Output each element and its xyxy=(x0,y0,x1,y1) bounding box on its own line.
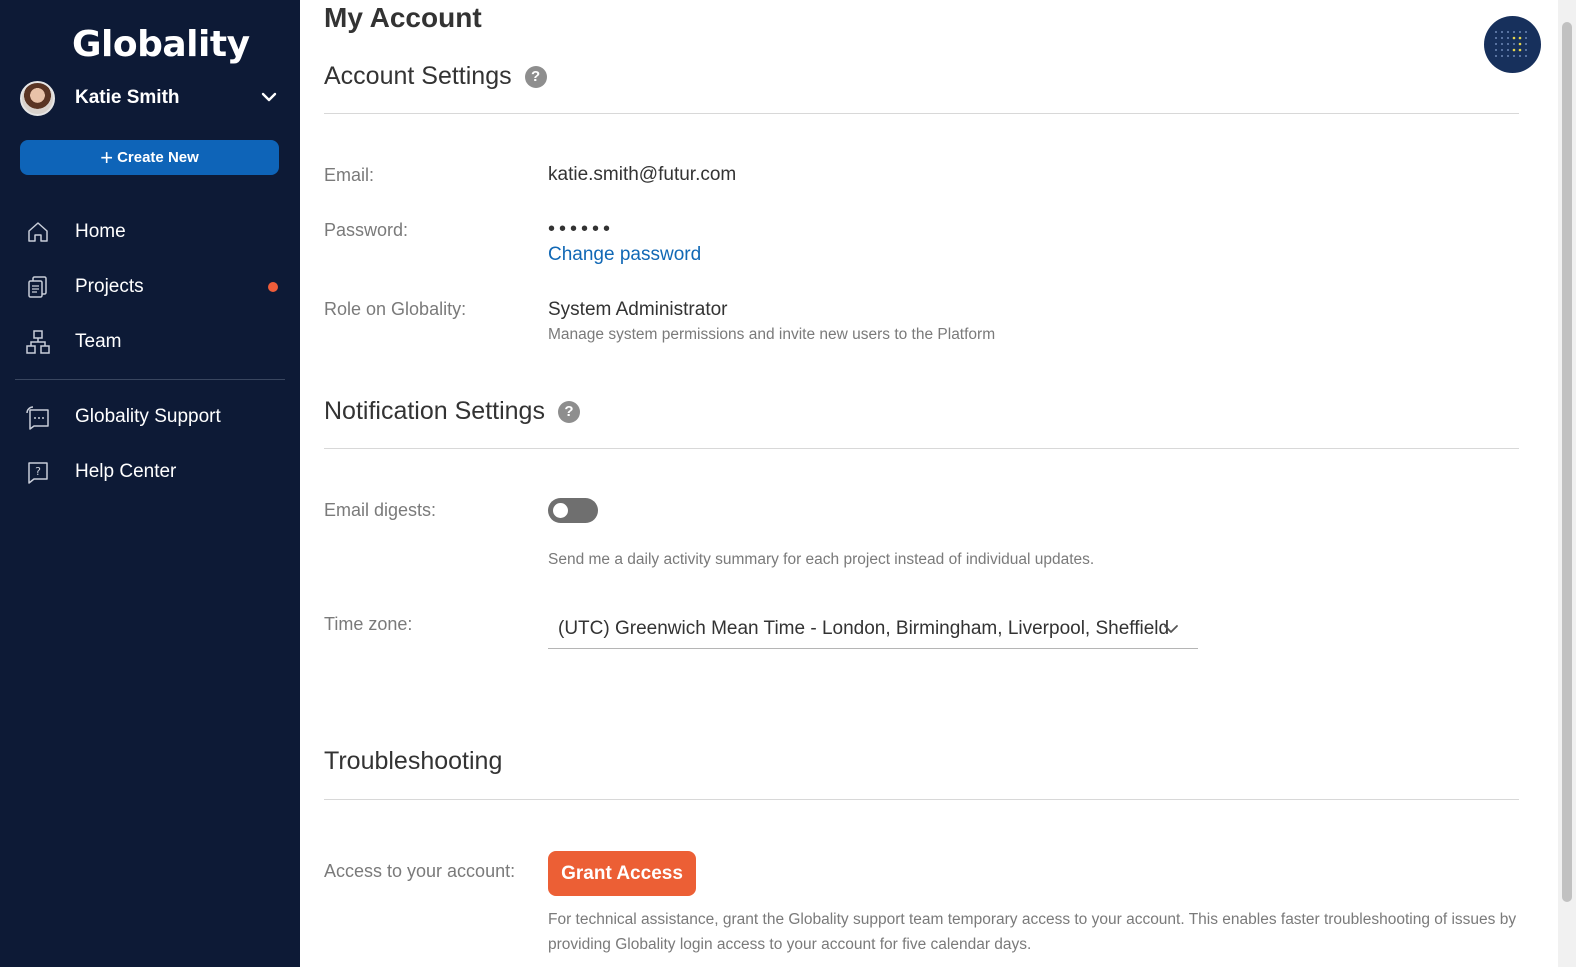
nav-item-team[interactable]: Team xyxy=(24,322,284,362)
main-content: My Account Account Settings ? Email: kat… xyxy=(300,0,1558,967)
plus-icon: + xyxy=(100,144,114,170)
create-new-label: Create New xyxy=(117,149,199,166)
sidebar: Globality Katie Smith + Create New Home … xyxy=(0,0,300,967)
nav-item-help-center[interactable]: ? Help Center xyxy=(24,452,284,492)
change-password-link[interactable]: Change password xyxy=(548,244,701,266)
role-value: System Administrator xyxy=(548,299,728,320)
nav-label-projects: Projects xyxy=(75,276,144,297)
svg-text:?: ? xyxy=(35,465,41,478)
help-question-icon[interactable]: ? xyxy=(524,65,547,88)
help-question-icon[interactable]: ? xyxy=(557,400,580,423)
section-divider xyxy=(324,799,1519,800)
nav-label-home: Home xyxy=(75,221,126,242)
globality-logo[interactable]: Globality xyxy=(72,24,250,65)
account-settings-heading: Account Settings ? xyxy=(324,62,547,91)
company-avatar[interactable] xyxy=(1484,16,1541,73)
projects-icon xyxy=(24,273,52,301)
troubleshooting-title: Troubleshooting xyxy=(324,747,503,775)
email-digests-label: Email digests: xyxy=(324,500,437,520)
troubleshooting-heading: Troubleshooting xyxy=(324,747,502,776)
nav-item-projects[interactable]: Projects xyxy=(24,267,284,307)
nav-item-home[interactable]: Home xyxy=(24,212,284,252)
password-mask: •••••• xyxy=(548,218,615,240)
create-new-button[interactable]: + Create New xyxy=(20,140,279,175)
role-label: Role on Globality: xyxy=(324,299,467,319)
password-label: Password: xyxy=(324,220,409,240)
scrollbar-thumb[interactable] xyxy=(1562,22,1572,902)
user-name: Katie Smith xyxy=(75,87,180,108)
chevron-down-icon xyxy=(1162,622,1180,641)
section-divider xyxy=(324,448,1519,449)
notification-settings-heading: Notification Settings ? xyxy=(324,397,580,426)
email-value: katie.smith@futur.com xyxy=(548,164,737,185)
time-zone-select[interactable]: (UTC) Greenwich Mean Time - London, Birm… xyxy=(548,612,1198,649)
page-title: My Account xyxy=(324,2,482,33)
email-digests-toggle[interactable] xyxy=(548,498,598,523)
nav-label-team: Team xyxy=(75,331,122,352)
sidebar-divider xyxy=(15,379,285,380)
toggle-knob xyxy=(553,503,568,518)
help-center-icon: ? xyxy=(24,458,52,486)
email-label: Email: xyxy=(324,165,375,185)
time-zone-value: (UTC) Greenwich Mean Time - London, Birm… xyxy=(558,618,1170,639)
support-chat-icon xyxy=(24,403,52,431)
team-icon xyxy=(24,328,52,356)
section-divider xyxy=(324,113,1519,114)
troubleshooting-description: For technical assistance, grant the Glob… xyxy=(548,911,1517,953)
user-avatar xyxy=(20,80,55,116)
role-description: Manage system permissions and invite new… xyxy=(548,326,996,343)
account-access-label: Access to your account: xyxy=(324,861,516,881)
time-zone-label: Time zone: xyxy=(324,614,413,634)
notification-dot xyxy=(268,282,278,292)
email-digests-description: Send me a daily activity summary for eac… xyxy=(548,551,1095,568)
nav-item-globality-support[interactable]: Globality Support xyxy=(24,397,284,437)
notification-settings-title: Notification Settings xyxy=(324,397,545,425)
grant-access-button[interactable]: Grant Access xyxy=(548,851,696,896)
home-icon xyxy=(24,218,52,246)
nav-label-help-center: Help Center xyxy=(75,461,177,482)
chevron-down-icon[interactable] xyxy=(260,88,278,111)
nav-label-globality-support: Globality Support xyxy=(75,406,221,427)
account-settings-title: Account Settings xyxy=(324,62,512,90)
user-menu[interactable]: Katie Smith xyxy=(20,80,280,116)
vertical-scrollbar[interactable] xyxy=(1558,0,1576,967)
